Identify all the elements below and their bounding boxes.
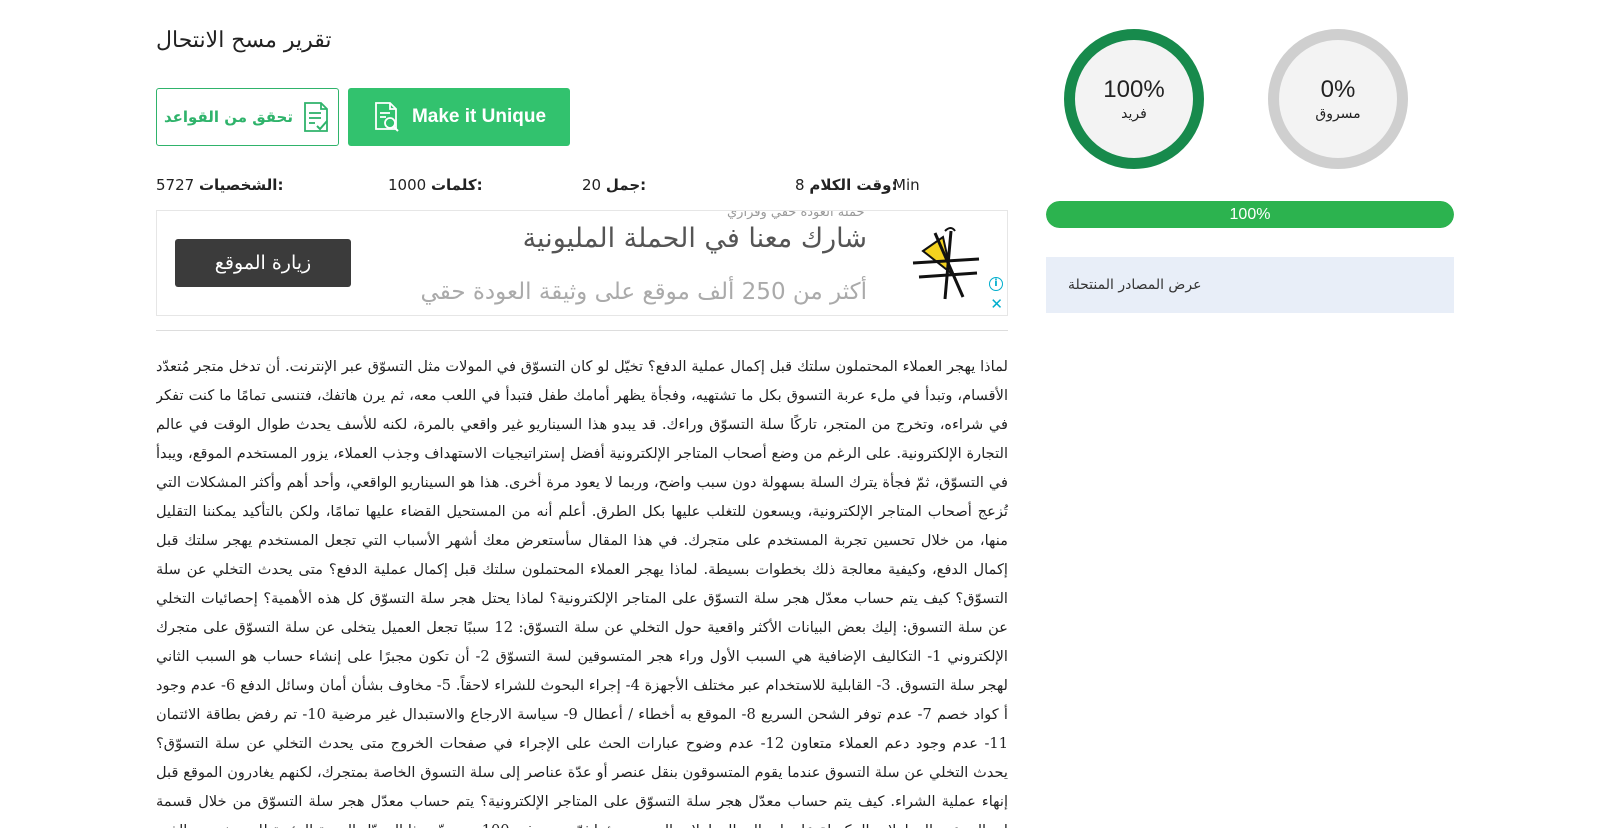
- uniqueness-progress-fill: 100%: [1046, 201, 1454, 228]
- uniqueness-progress-bar: 100%: [1046, 201, 1454, 228]
- check-rules-label: تحقق من القواعد: [163, 108, 294, 126]
- content-divider: [156, 330, 1008, 331]
- visit-site-button[interactable]: زيارة الموقع: [175, 239, 351, 287]
- check-rules-button[interactable]: تحقق من القواعد: [156, 88, 339, 146]
- document-search-icon: [375, 102, 399, 132]
- make-it-unique-button[interactable]: Make it Unique: [348, 88, 570, 146]
- unique-percentage: 100%: [1103, 76, 1165, 103]
- characters-label: الشخصيات:: [198, 176, 284, 194]
- words-label: كلمات:: [430, 176, 483, 194]
- words-value: 1000: [388, 176, 427, 194]
- plagiarized-percentage: 0%: [1320, 76, 1356, 103]
- ad-close-icon[interactable]: ✕: [990, 297, 1003, 312]
- make-it-unique-label: Make it Unique: [411, 106, 547, 127]
- sentences-label: جمل:: [605, 176, 647, 194]
- plagiarized-label: مسروق: [1315, 106, 1361, 122]
- speaking-time-label: وقت الكلام:: [809, 176, 898, 194]
- characters-value: 5727: [156, 176, 195, 194]
- speaking-time-stat: 8 وقت الكلام:: [795, 176, 897, 194]
- ad-subtitle: حملة العودة حقي وقراري: [727, 210, 865, 220]
- document-check-icon: [304, 102, 328, 132]
- characters-stat: 5727 الشخصيات:: [156, 176, 283, 194]
- sentences-stat: 20 جمل:: [582, 176, 646, 194]
- campaign-logo-icon: [912, 227, 980, 300]
- ad-info-icon[interactable]: i: [989, 277, 1003, 291]
- ad-headline: شارك معنا في الحملة المليونية: [522, 223, 867, 254]
- words-stat: 1000 كلمات:: [388, 176, 483, 194]
- unique-score-circle: 100% فريد: [1064, 29, 1204, 169]
- sentences-value: 20: [582, 176, 602, 194]
- view-plagiarized-sources-link[interactable]: عرض المصادر المنتحلة: [1046, 257, 1454, 313]
- unique-label: فريد: [1121, 106, 1147, 122]
- scanned-article-text: لماذا يهجر العملاء المحتملون سلتك قبل إك…: [156, 358, 1008, 828]
- speaking-time-unit: Min: [893, 176, 920, 194]
- ad-banner[interactable]: حملة العودة حقي وقراري زيارة الموقع شارك…: [156, 210, 1008, 316]
- page-title: تقرير مسح الانتحال: [156, 28, 332, 53]
- ad-body-text: أكثر من 250 ألف موقع على وثيقة العودة حق…: [420, 279, 867, 305]
- speaking-time-value: 8: [795, 176, 805, 194]
- plagiarized-score-circle: 0% مسروق: [1268, 29, 1408, 169]
